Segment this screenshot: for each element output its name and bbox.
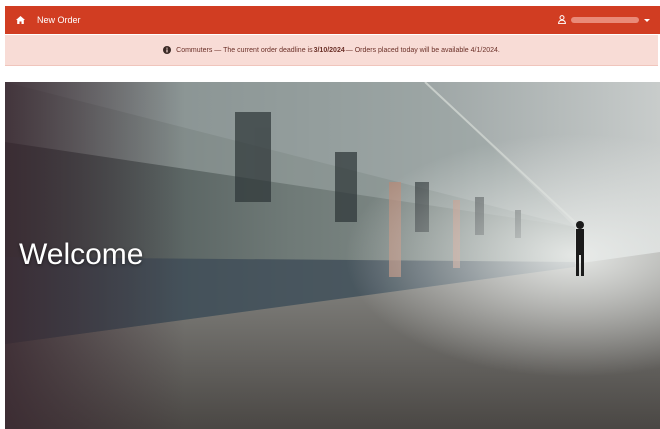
chevron-down-icon bbox=[644, 18, 650, 22]
welcome-heading: Welcome bbox=[19, 238, 144, 271]
top-navbar: New Order bbox=[5, 6, 660, 34]
alert-text-suffix: — Orders placed today will be available … bbox=[345, 46, 500, 54]
home-button[interactable] bbox=[5, 6, 35, 34]
deadline-alert: Commuters — The current order deadline i… bbox=[5, 35, 658, 66]
user-icon bbox=[558, 11, 566, 29]
alert-deadline: 3/10/2024 bbox=[313, 46, 345, 54]
alert-text-prefix: Commuters — The current order deadline i… bbox=[176, 46, 313, 54]
info-circle-icon bbox=[163, 46, 172, 54]
user-name-redacted bbox=[571, 17, 639, 23]
new-order-link[interactable]: New Order bbox=[37, 15, 81, 25]
user-menu[interactable] bbox=[558, 6, 650, 34]
home-icon bbox=[15, 11, 25, 29]
hero-banner: Welcome bbox=[5, 82, 660, 429]
